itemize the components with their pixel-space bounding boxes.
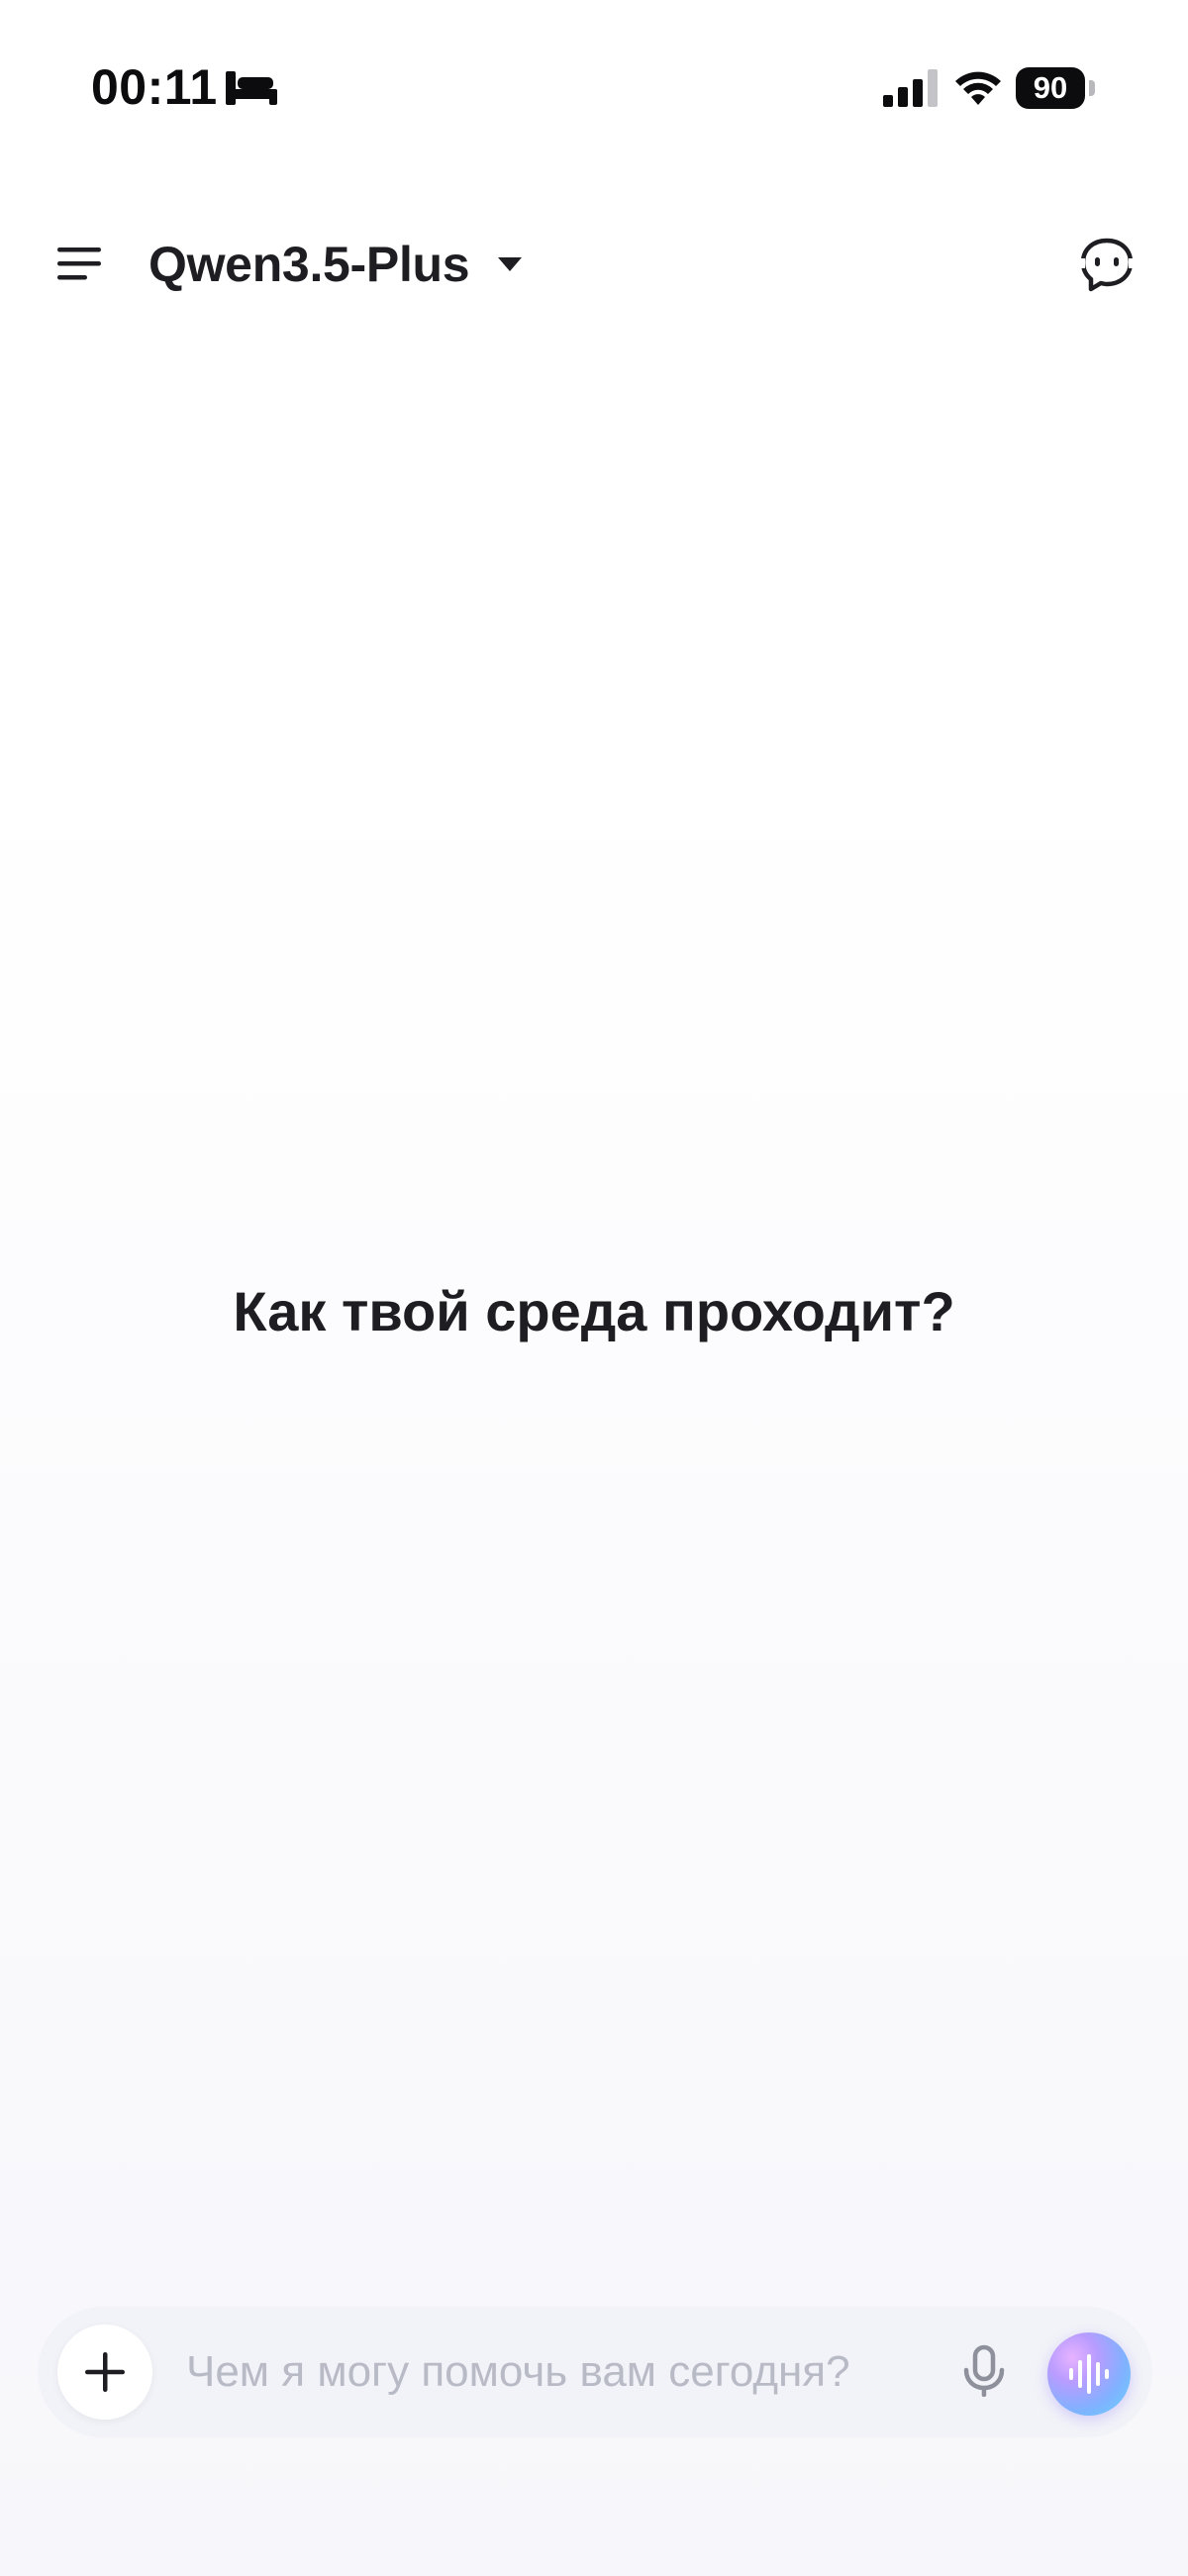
plus-icon	[85, 2352, 125, 2392]
battery-cap	[1089, 80, 1095, 96]
menu-icon	[57, 248, 101, 280]
status-time: 00:11	[91, 59, 218, 115]
menu-button[interactable]	[50, 234, 109, 293]
attach-button[interactable]	[57, 2325, 152, 2420]
sleep-icon	[226, 71, 277, 105]
voice-waveform-icon	[1069, 2354, 1109, 2394]
battery-icon: 90	[1016, 67, 1097, 109]
wifi-icon	[955, 71, 1001, 105]
new-chat-icon	[1079, 238, 1135, 292]
model-name: Qwen3.5-Plus	[148, 237, 470, 292]
battery-level: 90	[1033, 70, 1068, 105]
microphone-icon	[963, 2344, 1005, 2397]
new-chat-button[interactable]	[1075, 234, 1138, 297]
greeting-text: Как твой среда проходит?	[233, 1280, 955, 1342]
status-bar: 00:11 90	[0, 0, 1188, 168]
chat-input[interactable]	[186, 2337, 948, 2407]
app-header: Qwen3.5-Plus	[0, 198, 1188, 327]
model-selector[interactable]: Qwen3.5-Plus	[148, 230, 523, 299]
caret-down-icon	[498, 257, 523, 271]
voice-mode-button[interactable]	[1047, 2332, 1131, 2416]
battery-body: 90	[1016, 67, 1085, 109]
message-composer	[38, 2307, 1152, 2437]
microphone-button[interactable]	[954, 2342, 1014, 2402]
cellular-signal-icon	[883, 69, 938, 107]
